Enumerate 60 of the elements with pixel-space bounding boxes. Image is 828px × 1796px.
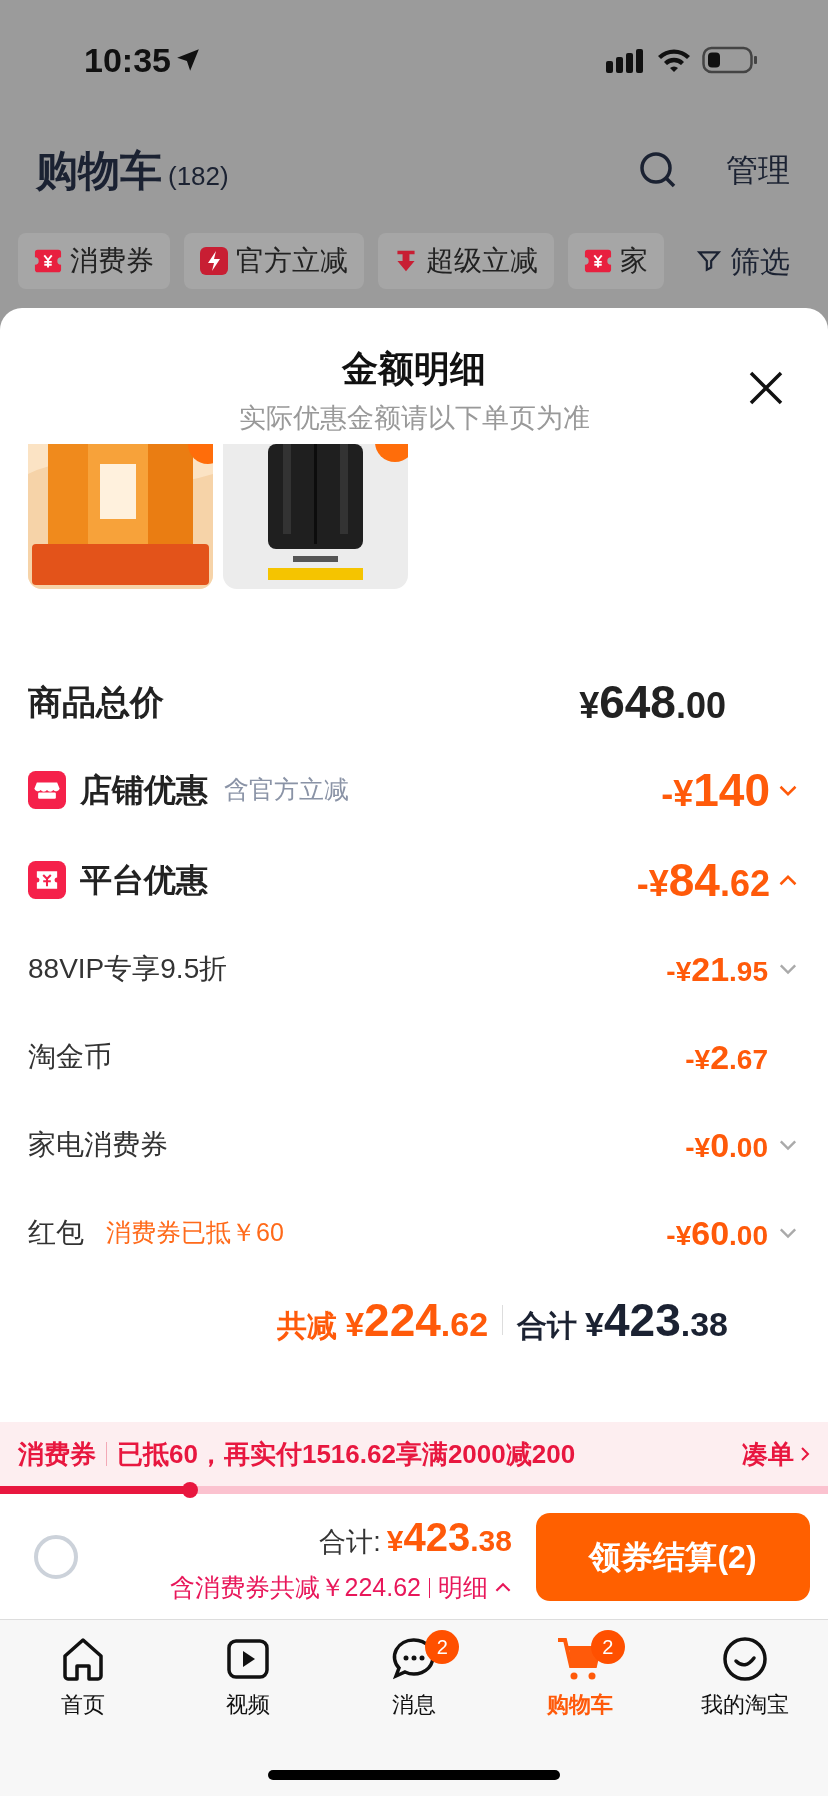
select-all-checkbox[interactable] bbox=[34, 1534, 78, 1579]
row-amount: -¥140 bbox=[661, 762, 770, 818]
battery-icon bbox=[702, 46, 758, 74]
chevron-down-icon bbox=[778, 1139, 798, 1151]
coupon-message: 已抵60，再实付1516.62享满2000减200 bbox=[117, 1437, 576, 1471]
row-label: 88VIP专享9.5折 bbox=[28, 952, 228, 986]
sheet-title: 金额明细 bbox=[342, 347, 486, 391]
row-note: 消费券已抵￥60 bbox=[106, 1217, 284, 1249]
page-title: 购物车 bbox=[36, 145, 162, 196]
filter-chip[interactable]: 超级立减 bbox=[378, 233, 554, 289]
total-label: 合计 bbox=[517, 1307, 578, 1344]
chevron-down-icon bbox=[778, 963, 798, 975]
savings-amount: ¥224.62 bbox=[345, 1292, 489, 1348]
store-icon bbox=[28, 771, 66, 809]
row-amount: -¥2.67 bbox=[685, 1036, 768, 1078]
row-label: 家电消费券 bbox=[28, 1128, 168, 1162]
row-note: 含官方立减 bbox=[224, 774, 349, 806]
chevron-right-icon bbox=[800, 1446, 810, 1462]
filter-chip[interactable]: 官方立减 bbox=[184, 233, 364, 289]
row-amount: -¥21.95 bbox=[666, 948, 768, 990]
row-amount: -¥60.00 bbox=[666, 1212, 768, 1254]
details-link[interactable]: 明细 bbox=[438, 1568, 512, 1607]
tab-bar-item[interactable]: 视频 bbox=[165, 1634, 332, 1796]
coupon-icon bbox=[28, 861, 66, 899]
row-label: 商品总价 bbox=[28, 681, 164, 723]
row-label: 红包 bbox=[28, 1216, 84, 1250]
status-time: 10:35 bbox=[84, 39, 171, 81]
add-items-link[interactable]: 凑单 bbox=[742, 1434, 810, 1474]
tab-bar-item[interactable]: 我的淘宝 bbox=[662, 1634, 828, 1796]
signal-icon bbox=[606, 47, 646, 73]
row-label: 店铺优惠 bbox=[80, 771, 208, 810]
filter-chip[interactable]: 家 bbox=[568, 233, 664, 289]
close-icon[interactable] bbox=[748, 370, 784, 406]
savings-label: 共减 bbox=[277, 1307, 338, 1344]
chevron-up-icon bbox=[494, 1582, 512, 1593]
progress-thumb bbox=[182, 1482, 199, 1498]
wifi-icon bbox=[656, 47, 692, 73]
filter-icon bbox=[696, 248, 722, 274]
sheet-subtitle: 实际优惠金额请以下单页为准 bbox=[238, 402, 590, 435]
item-count: (182) bbox=[168, 159, 229, 193]
manage-button[interactable]: 管理 bbox=[726, 146, 790, 194]
chevron-down-icon bbox=[778, 1227, 798, 1239]
badge: 2 bbox=[590, 1630, 625, 1664]
row-amount: ¥648.00 bbox=[579, 674, 726, 730]
filter-chip[interactable]: 消费券 bbox=[18, 233, 170, 289]
coupon-icon bbox=[584, 247, 612, 275]
coupon-icon bbox=[34, 247, 62, 275]
row-amount: -¥0.00 bbox=[685, 1124, 768, 1166]
row-amount: -¥84.62 bbox=[636, 852, 770, 908]
search-icon[interactable] bbox=[638, 150, 678, 190]
row-label: 平台优惠 bbox=[80, 861, 208, 900]
savings-note: 含消费券共减￥224.62 bbox=[169, 1571, 421, 1603]
total-amount: ¥423.38 bbox=[585, 1292, 728, 1348]
total-amount: ¥423.38 bbox=[386, 1513, 512, 1561]
badge: 2 bbox=[425, 1630, 460, 1664]
coupon-tag: 消费券 bbox=[18, 1434, 96, 1474]
total-label: 合计: bbox=[319, 1525, 381, 1559]
tab-bar-item[interactable]: 首页 bbox=[0, 1634, 166, 1796]
lightning-icon bbox=[200, 247, 228, 275]
row-label: 淘金币 bbox=[28, 1040, 112, 1074]
